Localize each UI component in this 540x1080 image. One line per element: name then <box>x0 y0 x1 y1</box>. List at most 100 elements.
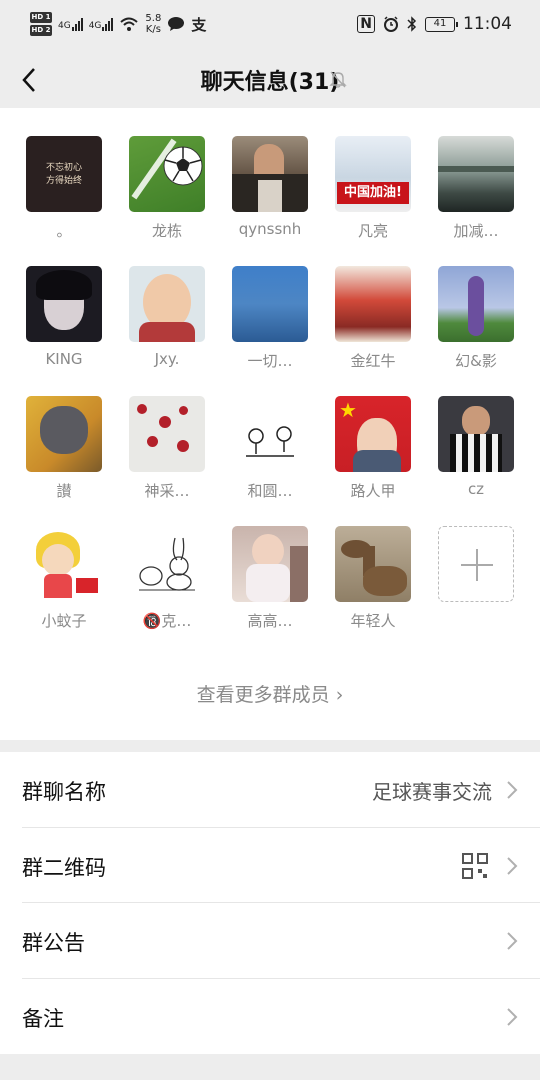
battery-level: 41 <box>433 17 447 29</box>
member-item[interactable]: 高高… <box>232 526 308 630</box>
nav-bar: 聊天信息(31) <box>0 52 540 108</box>
avatar[interactable] <box>232 136 308 212</box>
avatar[interactable] <box>335 266 411 342</box>
avatar[interactable] <box>438 136 514 212</box>
member-grid: 不忘初心 方得始终 。 龙栋 qynssnh 中国加油! 凡亮 加减… KING… <box>26 136 516 630</box>
member-name: 金红牛 <box>350 352 396 370</box>
settings-list: 群聊名称 足球赛事交流 群二维码 群公告 备注 <box>0 752 540 1054</box>
avatar[interactable] <box>438 266 514 342</box>
alarm-icon <box>384 16 398 32</box>
member-item[interactable]: 神采… <box>129 396 205 500</box>
avatar[interactable] <box>129 526 205 602</box>
group-notice-label: 群公告 <box>22 931 85 955</box>
chevron-right-icon <box>507 781 518 799</box>
member-item[interactable]: KING <box>26 266 102 368</box>
member-item[interactable]: 龙栋 <box>129 136 205 240</box>
member-name: 龙栋 <box>151 222 182 240</box>
group-name-value: 足球赛事交流 <box>372 780 492 804</box>
avatar[interactable] <box>232 266 308 342</box>
member-name: 凡亮 <box>357 222 388 240</box>
member-item[interactable]: 讃 <box>26 396 102 500</box>
bottom-divider <box>0 1054 540 1080</box>
member-item[interactable]: 🔞克… <box>129 526 205 630</box>
avatar-caption: 中国加油! <box>337 182 409 204</box>
see-more-members-link[interactable]: 查看更多群成员 › <box>0 680 540 707</box>
remark-row[interactable]: 备注 <box>22 979 540 1055</box>
member-name: 🔞克… <box>142 612 192 630</box>
soccer-ball-icon <box>163 146 203 186</box>
status-bar: HD 1 HD 2 4G 4G 5.8 K/s 支 N 41 11:04 <box>0 0 540 52</box>
member-item[interactable]: 幻&影 <box>438 266 514 370</box>
chevron-right-icon <box>507 856 518 875</box>
alipay-icon: 支 <box>191 15 207 34</box>
add-member-item[interactable] <box>438 526 514 602</box>
member-name: 和圆… <box>247 482 293 500</box>
avatar[interactable] <box>438 396 514 472</box>
group-qr-row[interactable]: 群二维码 <box>22 828 540 903</box>
status-left: HD 1 HD 2 4G 4G 5.8 K/s 支 <box>30 12 206 36</box>
avatar[interactable] <box>232 396 308 472</box>
rabbit-sketch-icon <box>139 537 195 591</box>
group-notice-row[interactable]: 群公告 <box>22 903 540 979</box>
member-name: 幻&影 <box>455 352 497 370</box>
member-item[interactable]: qynssnh <box>232 136 308 238</box>
clock: 11:04 <box>463 14 512 34</box>
member-item[interactable]: 一切… <box>232 266 308 370</box>
member-item[interactable]: cz <box>438 396 514 498</box>
chevron-right-icon <box>507 1007 518 1026</box>
member-item[interactable]: 中国加油! 凡亮 <box>335 136 411 240</box>
bell-off-icon <box>329 71 347 88</box>
member-name: Jxy. <box>154 350 180 368</box>
member-item[interactable]: 年轻人 <box>335 526 411 630</box>
net-speed: 5.8 K/s <box>145 13 161 35</box>
avatar[interactable] <box>335 526 411 602</box>
member-name: 年轻人 <box>350 612 396 630</box>
net2-label: 4G <box>88 21 102 31</box>
member-name: KING <box>45 350 83 368</box>
member-item[interactable]: 不忘初心 方得始终 。 <box>26 136 102 240</box>
member-item[interactable]: 和圆… <box>232 396 308 500</box>
signal-1: 4G <box>58 17 83 31</box>
avatar[interactable] <box>129 396 205 472</box>
avatar[interactable] <box>26 396 102 472</box>
qr-code-icon <box>462 852 488 879</box>
group-qr-label: 群二维码 <box>22 855 106 880</box>
avatar-caption: 不忘初心 方得始终 <box>45 163 82 186</box>
cartoon-icon <box>246 426 294 457</box>
chat-bubble-icon <box>168 17 185 31</box>
hd2-badge: HD 2 <box>30 25 52 36</box>
avatar[interactable] <box>129 136 205 212</box>
member-item[interactable]: ★ 路人甲 <box>335 396 411 500</box>
member-item[interactable]: 小蚊子 <box>26 526 102 630</box>
group-name-row[interactable]: 群聊名称 足球赛事交流 <box>22 752 540 828</box>
signal-bars-icon <box>102 17 114 31</box>
signal-bars-icon <box>71 17 83 31</box>
star-icon: ★ <box>339 398 357 422</box>
speed-unit: K/s <box>145 24 161 35</box>
member-name: 加减… <box>453 222 499 240</box>
bluetooth-icon <box>407 16 417 32</box>
hd1-badge: HD 1 <box>30 12 52 23</box>
avatar[interactable]: ★ <box>335 396 411 472</box>
avatar[interactable] <box>129 266 205 342</box>
member-item[interactable]: Jxy. <box>129 266 205 368</box>
wifi-icon <box>120 17 139 31</box>
status-right: N 41 11:04 <box>357 14 512 34</box>
member-name: 讃 <box>56 482 72 500</box>
plus-icon[interactable] <box>438 526 514 602</box>
member-item[interactable]: 金红牛 <box>335 266 411 370</box>
page-title: 聊天信息(31) <box>200 70 340 95</box>
hd-indicators: HD 1 HD 2 <box>30 12 52 36</box>
avatar[interactable] <box>232 526 308 602</box>
avatar[interactable]: 不忘初心 方得始终 <box>26 136 102 212</box>
avatar[interactable] <box>26 266 102 342</box>
signal-2: 4G <box>89 17 114 31</box>
speed-value: 5.8 <box>145 13 162 24</box>
member-item[interactable]: 加减… <box>438 136 514 240</box>
member-name: qynssnh <box>238 220 302 238</box>
remark-label: 备注 <box>22 1006 64 1031</box>
avatar[interactable] <box>26 526 102 602</box>
avatar[interactable]: 中国加油! <box>335 136 411 212</box>
member-name: 小蚊子 <box>41 612 87 630</box>
battery-icon: 41 <box>425 16 458 32</box>
